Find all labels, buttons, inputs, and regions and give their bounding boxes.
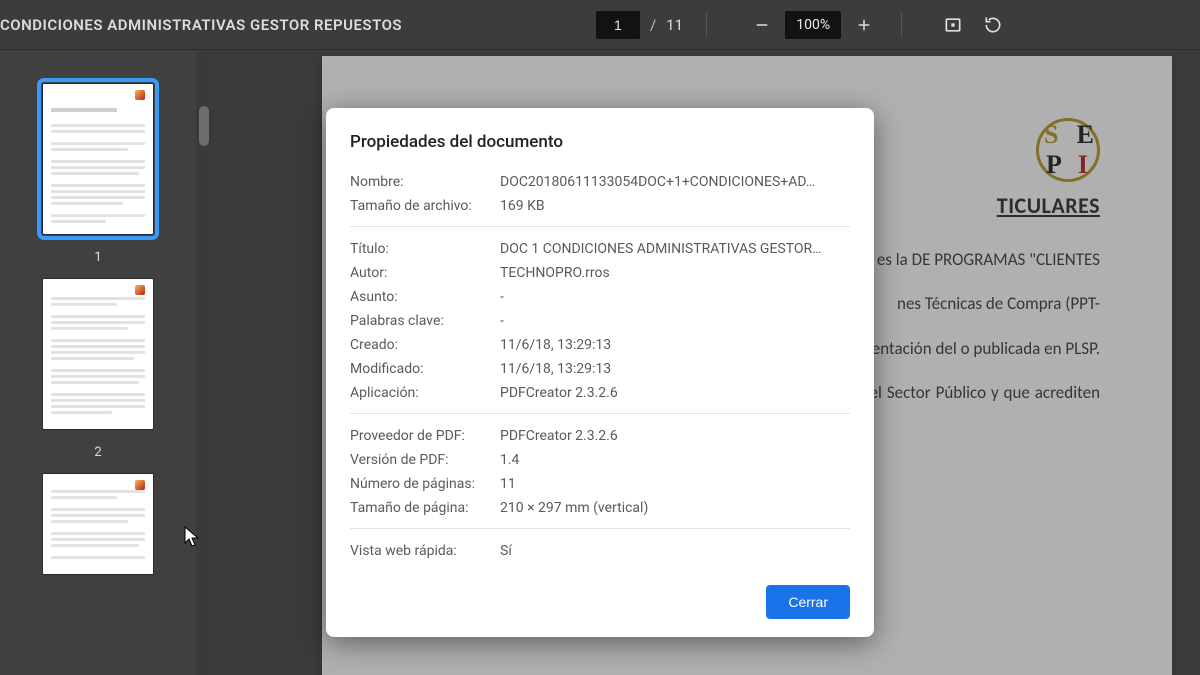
prop-label-keywords: Palabras clave:: [350, 313, 500, 329]
prop-value-author: TECHNOPRO.rros: [500, 265, 850, 281]
thumbnail-list: 1: [0, 80, 196, 574]
thumbnail-sidebar: 1: [0, 50, 212, 675]
prop-label-producer: Proveedor de PDF:: [350, 428, 500, 444]
prop-label-app: Aplicación:: [350, 385, 500, 401]
sepi-logo: SEPI: [1036, 118, 1100, 182]
pdf-viewer-app: CONDICIONES ADMINISTRATIVAS GESTOR REPUE…: [0, 0, 1200, 675]
prop-label-title: Título:: [350, 241, 500, 257]
dialog-section-web: Vista web rápida:Sí: [350, 528, 850, 571]
thumbnail-page-3[interactable]: [43, 474, 153, 574]
prop-label-author: Autor:: [350, 265, 500, 281]
prop-label-fastweb: Vista web rápida:: [350, 543, 500, 559]
prop-value-name: DOC20180611133054DOC+1+CONDICIONES+AD…: [500, 174, 850, 190]
prop-label-pages: Número de páginas:: [350, 476, 500, 492]
dialog-actions: Cerrar: [350, 585, 850, 619]
close-button[interactable]: Cerrar: [766, 585, 850, 619]
sidebar-scrollbar[interactable]: [196, 50, 212, 675]
prop-value-modified: 11/6/18, 13:29:13: [500, 361, 850, 377]
thumbnail-page-1[interactable]: [43, 84, 153, 234]
page-navigator: / 11: [596, 11, 686, 39]
prop-value-fastweb: Sí: [500, 543, 850, 559]
dialog-title: Propiedades del documento: [350, 132, 850, 152]
zoom-out-button[interactable]: [745, 8, 779, 42]
prop-label-pagesize: Tamaño de página:: [350, 500, 500, 516]
prop-value-keywords: -: [500, 313, 850, 329]
prop-value-app: PDFCreator 2.3.2.6: [500, 385, 850, 401]
page-number-input[interactable]: [596, 11, 640, 39]
toolbar-divider: [901, 12, 902, 38]
zoom-level[interactable]: 100%: [785, 11, 841, 39]
dialog-section-file: Nombre:DOC20180611133054DOC+1+CONDICIONE…: [350, 170, 850, 226]
sidebar-scroll-thumb[interactable]: [199, 106, 209, 146]
fit-page-button[interactable]: [936, 8, 970, 42]
page-separator: /: [650, 16, 656, 34]
dialog-section-pdf: Proveedor de PDF:PDFCreator 2.3.2.6 Vers…: [350, 413, 850, 528]
prop-value-created: 11/6/18, 13:29:13: [500, 337, 850, 353]
document-title: CONDICIONES ADMINISTRATIVAS GESTOR REPUE…: [0, 16, 402, 34]
thumbnail-page-2[interactable]: [43, 279, 153, 429]
thumbnail-label: 2: [94, 445, 101, 460]
prop-label-modified: Modificado:: [350, 361, 500, 377]
prop-value-pages: 11: [500, 476, 850, 492]
prop-label-name: Nombre:: [350, 174, 500, 190]
prop-label-subject: Asunto:: [350, 289, 500, 305]
prop-value-title: DOC 1 CONDICIONES ADMINISTRATIVAS GESTOR…: [500, 241, 850, 257]
prop-value-producer: PDFCreator 2.3.2.6: [500, 428, 850, 444]
toolbar: CONDICIONES ADMINISTRATIVAS GESTOR REPUE…: [0, 0, 1200, 50]
zoom-controls: 100%: [745, 8, 881, 42]
prop-value-filesize: 169 KB: [500, 198, 850, 214]
toolbar-right-icons: [936, 8, 1010, 42]
dialog-section-meta: Título:DOC 1 CONDICIONES ADMINISTRATIVAS…: [350, 226, 850, 413]
page-total: 11: [666, 16, 686, 34]
thumbnail-label: 1: [94, 250, 101, 265]
prop-label-filesize: Tamaño de archivo:: [350, 198, 500, 214]
prop-value-pagesize: 210 × 297 mm (vertical): [500, 500, 850, 516]
prop-value-subject: -: [500, 289, 850, 305]
rotate-button[interactable]: [976, 8, 1010, 42]
prop-value-version: 1.4: [500, 452, 850, 468]
document-properties-dialog: Propiedades del documento Nombre:DOC2018…: [326, 108, 874, 637]
prop-label-created: Creado:: [350, 337, 500, 353]
toolbar-divider: [706, 12, 707, 38]
zoom-in-button[interactable]: [847, 8, 881, 42]
main-area: 1: [0, 50, 1200, 675]
prop-label-version: Versión de PDF:: [350, 452, 500, 468]
